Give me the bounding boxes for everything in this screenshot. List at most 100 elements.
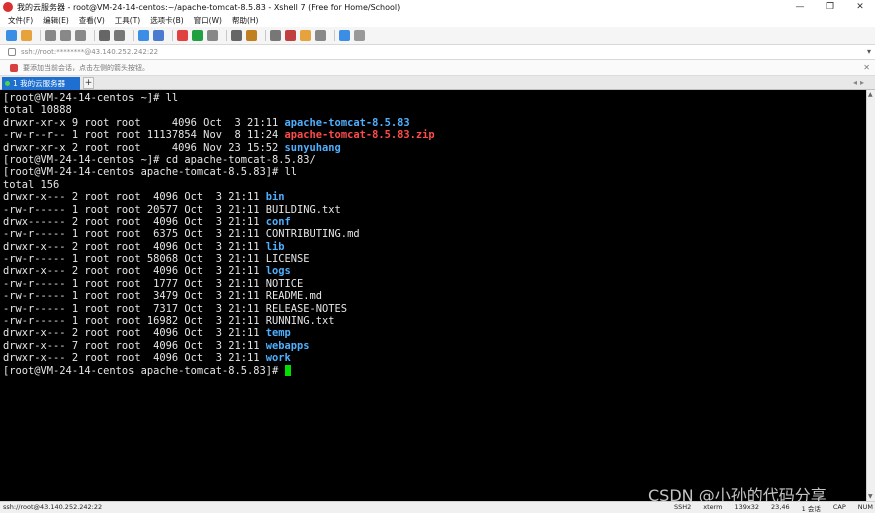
tab-my-cloud-server[interactable]: 1 我的云服务器 xyxy=(2,77,80,90)
font-icon[interactable] xyxy=(153,30,164,41)
find-icon[interactable] xyxy=(99,30,110,41)
layout-icon[interactable] xyxy=(315,30,326,41)
toolbar-separator xyxy=(94,30,95,41)
chevron-down-icon[interactable]: ▾ xyxy=(867,47,871,56)
xftp-icon[interactable] xyxy=(177,30,188,41)
new-session-icon[interactable] xyxy=(6,30,17,41)
terminal-line: -rw-r----- 1 root root 58068 Oct 3 21:11… xyxy=(3,253,866,265)
color-scheme-icon[interactable] xyxy=(138,30,149,41)
menu-window[interactable]: 窗口(W) xyxy=(194,15,222,26)
address-bar[interactable]: ssh://root:********@43.140.252.242:22 ▾ xyxy=(0,45,875,60)
status-protocol: SSH2 xyxy=(673,503,692,511)
tab-bar: 1 我的云服务器 + ◂▸ xyxy=(0,76,875,90)
vertical-scrollbar[interactable]: ▲ ▼ xyxy=(866,90,875,501)
reconnect-icon[interactable] xyxy=(45,30,56,41)
archive-name: apache-tomcat-8.5.83.zip xyxy=(284,129,435,142)
terminal-line: -rw-r----- 1 root root 16982 Oct 3 21:11… xyxy=(3,315,866,327)
bookmark-icon[interactable] xyxy=(10,63,18,72)
session-icon xyxy=(8,48,16,56)
terminal-text: drwxr-x--- 2 root root 4096 Oct 3 21:11 xyxy=(3,265,266,278)
tab-label: 1 我的云服务器 xyxy=(13,79,66,88)
terminal-output[interactable]: [root@VM-24-14-centos ~]# ll total 10888 d… xyxy=(0,90,866,501)
transfer-icon[interactable] xyxy=(300,30,311,41)
terminal-text: -rw-r----- 1 root root 3479 Oct 3 21:11 … xyxy=(3,290,323,303)
terminal-line: drwxr-x--- 2 root root 4096 Oct 3 21:11 … xyxy=(3,241,866,253)
terminal-line: -rw-r----- 1 root root 20577 Oct 3 21:11… xyxy=(3,204,866,216)
terminal-line: [root@VM-24-14-centos apache-tomcat-8.5.… xyxy=(3,364,866,377)
terminal-line: [root@VM-24-14-centos ~]# cd apache-tomc… xyxy=(3,154,866,166)
hint-text: 要添加当前会话，点击左侧的箭头按钮。 xyxy=(23,63,149,72)
help-icon[interactable] xyxy=(339,30,350,41)
paste-icon[interactable] xyxy=(75,30,86,41)
print-icon[interactable] xyxy=(114,30,125,41)
copy-icon[interactable] xyxy=(60,30,71,41)
minimize-button[interactable]: — xyxy=(785,0,815,14)
directory-name: conf xyxy=(265,215,291,228)
terminal-line: -rw-r----- 1 root root 1777 Oct 3 21:11 … xyxy=(3,278,866,290)
terminal-line: -rw-r----- 1 root root 6375 Oct 3 21:11 … xyxy=(3,228,866,240)
status-sessions: 1 会话 xyxy=(801,505,821,513)
terminal-text: drwxr-x--- 2 root root 4096 Oct 3 21:11 xyxy=(3,327,266,340)
terminal-text: -rw-r----- 1 root root 1777 Oct 3 21:11 … xyxy=(3,277,304,290)
terminal-line: -rw-r----- 1 root root 3479 Oct 3 21:11 … xyxy=(3,290,866,302)
terminal-line: drwxr-x--- 2 root root 4096 Oct 3 21:11 … xyxy=(3,191,866,203)
close-button[interactable]: ✕ xyxy=(845,0,875,14)
status-bar: ssh://root@43.140.252.242:22 SSH2 xterm … xyxy=(0,501,875,513)
toolbar-separator xyxy=(265,30,266,41)
terminal-text: -rw-r----- 1 root root 58068 Oct 3 21:11… xyxy=(3,253,310,266)
close-icon[interactable]: ✕ xyxy=(863,63,870,72)
menu-file[interactable]: 文件(F) xyxy=(8,15,33,26)
keyboard-icon[interactable] xyxy=(270,30,281,41)
menu-bar: 文件(F) 编辑(E) 查看(V) 工具(T) 选项卡(B) 窗口(W) 帮助(… xyxy=(0,14,875,27)
toolbar-separator xyxy=(172,30,173,41)
terminal-line: drwxr-xr-x 9 root root 4096 Oct 3 21:11 … xyxy=(3,117,866,129)
terminal-line: drwxr-xr-x 2 root root 4096 Nov 23 15:52… xyxy=(3,142,866,154)
window-controls: — ❐ ✕ xyxy=(785,0,875,14)
chat-icon[interactable] xyxy=(354,30,365,41)
open-icon[interactable] xyxy=(21,30,32,41)
terminal-text: [root@VM-24-14-centos ~]# cd apache-tomc… xyxy=(3,153,316,166)
add-tab-button[interactable]: + xyxy=(83,77,94,89)
terminal-line: drwxr-x--- 2 root root 4096 Oct 3 21:11 … xyxy=(3,352,866,364)
terminal-text: [root@VM-24-14-centos ~]# ll xyxy=(3,92,179,104)
menu-tabs[interactable]: 选项卡(B) xyxy=(150,15,184,26)
fullscreen-icon[interactable] xyxy=(231,30,242,41)
tab-nav-arrows[interactable]: ◂▸ xyxy=(853,78,867,87)
status-cursor-position: 23,46 xyxy=(771,503,790,511)
menu-edit[interactable]: 编辑(E) xyxy=(43,15,69,26)
menu-view[interactable]: 查看(V) xyxy=(79,15,105,26)
status-indicators: SSH2 xterm 139x32 23,46 1 会话 CAP NUM xyxy=(662,503,873,513)
scroll-up-icon[interactable]: ▲ xyxy=(868,91,873,98)
terminal-text: drwxr-xr-x 9 root root 4096 Oct 3 21:11 xyxy=(3,116,285,129)
title-bar: 我的云服务器 - root@VM-24-14-centos:~/apache-t… xyxy=(0,0,875,14)
toolbar xyxy=(0,27,875,45)
maximize-button[interactable]: ❐ xyxy=(815,0,845,14)
terminal-text: drwxr-x--- 2 root root 4096 Oct 3 21:11 xyxy=(3,240,266,253)
directory-name: bin xyxy=(265,191,285,204)
terminal-text: total 10888 xyxy=(3,104,72,117)
terminal-text: -rw-r----- 1 root root 6375 Oct 3 21:11 … xyxy=(3,228,360,241)
status-terminal-type: xterm xyxy=(703,503,723,511)
scroll-down-icon[interactable]: ▼ xyxy=(868,493,873,500)
status-caps: CAP xyxy=(832,503,846,511)
xmanager-icon[interactable] xyxy=(192,30,203,41)
xshell-logo-icon xyxy=(3,2,13,12)
terminal-text: [root@VM-24-14-centos apache-tomcat-8.5.… xyxy=(3,166,298,179)
directory-name: work xyxy=(265,352,291,365)
menu-tools[interactable]: 工具(T) xyxy=(115,15,140,26)
status-connection: ssh://root@43.140.252.242:22 xyxy=(3,503,103,511)
terminal-text: drwxr-x--- 7 root root 4096 Oct 3 21:11 xyxy=(3,339,266,352)
compose-icon[interactable] xyxy=(207,30,218,41)
terminal-text: [root@VM-24-14-centos apache-tomcat-8.5.… xyxy=(3,364,285,377)
status-size: 139x32 xyxy=(734,503,760,511)
script-icon[interactable] xyxy=(285,30,296,41)
terminal-line: drwxr-x--- 7 root root 4096 Oct 3 21:11 … xyxy=(3,340,866,352)
address-input[interactable]: ssh://root:********@43.140.252.242:22 xyxy=(21,48,158,56)
hint-bar: 要添加当前会话，点击左侧的箭头按钮。 ✕ xyxy=(0,60,875,76)
directory-name: lib xyxy=(265,240,285,253)
menu-help[interactable]: 帮助(H) xyxy=(232,15,259,26)
lock-icon[interactable] xyxy=(246,30,257,41)
terminal-line: drwxr-x--- 2 root root 4096 Oct 3 21:11 … xyxy=(3,327,866,339)
terminal-text: drwxr-x--- 2 root root 4096 Oct 3 21:11 xyxy=(3,191,266,204)
directory-name: sunyuhang xyxy=(284,141,341,154)
